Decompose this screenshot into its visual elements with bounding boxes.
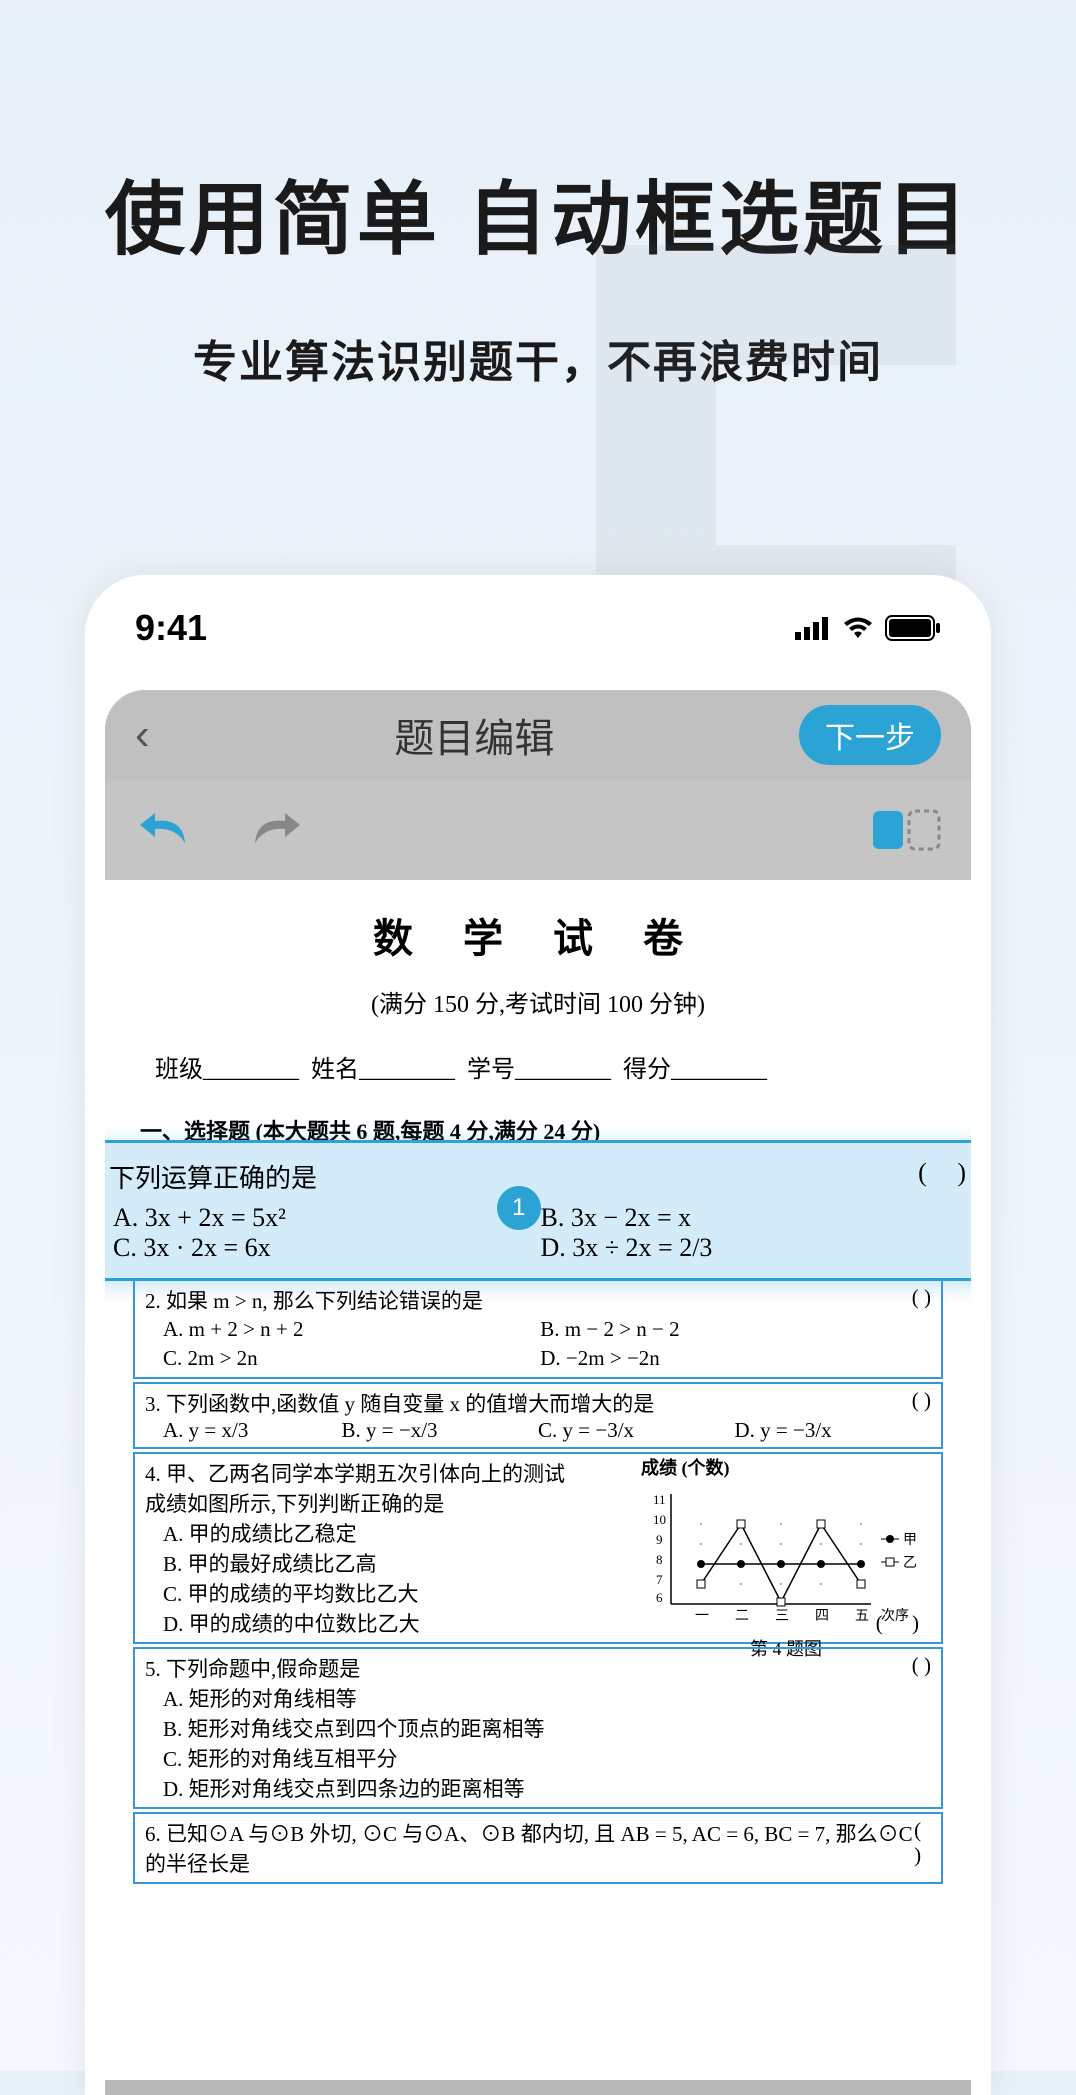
question-2-box[interactable]: 2. 如果 m > n, 那么下列结论错误的是 ( ) A. m + 2 > n … bbox=[133, 1279, 943, 1379]
q4-opt-c: C. 甲的成绩的平均数比乙大 bbox=[145, 1578, 577, 1608]
question-1-selection[interactable]: 1. 下列运算正确的是( ) A. 3x + 2x = 5x² B. 3x − … bbox=[105, 1140, 971, 1281]
q5-opt-b: B. 矩形对角线交点到四个顶点的距离相等 bbox=[145, 1713, 931, 1743]
app-screen: ‹ 题目编辑 下一步 数 学 试 卷 (满分 150 分,考试时间 100 分钟… bbox=[105, 690, 971, 2095]
app-header: ‹ 题目编辑 下一步 bbox=[105, 690, 971, 780]
q4-chart-svg: 11 10 9 8 7 6 bbox=[641, 1484, 921, 1624]
question-5-box[interactable]: 5. 下列命题中,假命题是 ( ) A. 矩形的对角线相等 B. 矩形对角线交点到… bbox=[133, 1647, 943, 1809]
next-step-button[interactable]: 下一步 bbox=[799, 705, 941, 765]
question-4-box[interactable]: 4. 甲、乙两名同学本学期五次引体向上的测试成绩如图所示,下列判断正确的是 A.… bbox=[133, 1452, 943, 1644]
q2-opt-b: B. m − 2 > n − 2 bbox=[522, 1315, 899, 1344]
svg-text:甲: 甲 bbox=[903, 1533, 917, 1548]
q6-paren: ( ) bbox=[914, 1818, 931, 1878]
q1-opt-b: B. 3x − 2x = x bbox=[511, 1203, 939, 1233]
q2-opt-a: A. m + 2 > n + 2 bbox=[145, 1315, 522, 1344]
q2-text: 2. 如果 m > n, 那么下列结论错误的是 bbox=[145, 1285, 483, 1315]
q5-paren: ( ) bbox=[912, 1653, 931, 1683]
question-3-box[interactable]: 3. 下列函数中,函数值 y 随自变量 x 的值增大而增大的是 ( ) A. y … bbox=[133, 1382, 943, 1449]
q4-opt-d: D. 甲的成绩的中位数比乙大 bbox=[145, 1608, 577, 1638]
battery-icon bbox=[885, 615, 941, 641]
signal-icon bbox=[795, 616, 831, 640]
screen-title: 题目编辑 bbox=[150, 706, 799, 764]
q3-opt-b: B. y = −x/3 bbox=[342, 1418, 539, 1443]
q4-chart-title: 成绩 (个数) bbox=[641, 1454, 931, 1480]
svg-text:三: 三 bbox=[775, 1609, 789, 1624]
q1-opt-d: D. 3x ÷ 2x = 2/3 bbox=[511, 1233, 939, 1263]
q1-paren: ( ) bbox=[918, 1158, 971, 1188]
wifi-icon bbox=[841, 616, 875, 640]
q1-opt-a: A. 3x + 2x = 5x² bbox=[105, 1203, 511, 1233]
paper-subtitle: (满分 150 分,考试时间 100 分钟) bbox=[125, 984, 951, 1019]
edit-toolbar bbox=[105, 780, 971, 880]
question-6-box[interactable]: 6. 已知⊙A 与⊙B 外切, ⊙C 与⊙A、⊙B 都内切, 且 AB = 5,… bbox=[133, 1812, 943, 1884]
q4-opt-b: B. 甲的最好成绩比乙高 bbox=[145, 1548, 577, 1578]
q5-text: 5. 下列命题中,假命题是 bbox=[145, 1653, 360, 1683]
q5-opt-d: D. 矩形对角线交点到四条边的距离相等 bbox=[145, 1773, 931, 1803]
q2-paren: ( ) bbox=[912, 1285, 931, 1315]
svg-text:五: 五 bbox=[855, 1609, 869, 1624]
q1-opt-c: C. 3x · 2x = 6x bbox=[105, 1233, 511, 1263]
q5-opt-c: C. 矩形的对角线互相平分 bbox=[145, 1743, 931, 1773]
svg-text:8: 8 bbox=[656, 1552, 663, 1567]
q5-opt-a: A. 矩形的对角线相等 bbox=[145, 1683, 931, 1713]
svg-text:9: 9 bbox=[656, 1532, 663, 1547]
status-bar: 9:41 bbox=[85, 575, 991, 670]
svg-text:一: 一 bbox=[695, 1609, 709, 1624]
paper-title: 数 学 试 卷 bbox=[125, 906, 951, 964]
q3-text: 3. 下列函数中,函数值 y 随自变量 x 的值增大而增大的是 bbox=[145, 1388, 654, 1418]
q4-opt-a: A. 甲的成绩比乙稳定 bbox=[145, 1518, 577, 1548]
q3-opt-a: A. y = x/3 bbox=[145, 1418, 342, 1443]
q4-text: 4. 甲、乙两名同学本学期五次引体向上的测试成绩如图所示,下列判断正确的是 bbox=[145, 1458, 577, 1518]
q2-opt-c: C. 2m > 2n bbox=[145, 1344, 522, 1373]
svg-text:二: 二 bbox=[735, 1609, 749, 1624]
q3-paren: ( ) bbox=[912, 1388, 931, 1418]
status-time: 9:41 bbox=[135, 607, 207, 649]
svg-text:四: 四 bbox=[815, 1609, 829, 1624]
q2-opt-d: D. −2m > −2n bbox=[522, 1344, 899, 1373]
q6-text: 6. 已知⊙A 与⊙B 外切, ⊙C 与⊙A、⊙B 都内切, 且 AB = 5,… bbox=[145, 1818, 914, 1878]
document-canvas[interactable]: 数 学 试 卷 (满分 150 分,考试时间 100 分钟) 班级_______… bbox=[105, 880, 971, 2080]
q4-paren: ( ) bbox=[876, 1611, 931, 1636]
svg-text:11: 11 bbox=[653, 1492, 666, 1507]
q3-opt-c: C. y = −3/x bbox=[538, 1418, 735, 1443]
phone-mockup-frame: 9:41 ‹ 题目编辑 下一步 数 学 试 卷 (满分 bbox=[85, 575, 991, 2095]
q3-opt-d: D. y = −3/x bbox=[735, 1418, 932, 1443]
redo-icon[interactable] bbox=[245, 803, 305, 858]
q1-text: 下列运算正确的是 bbox=[109, 1164, 317, 1193]
svg-text:7: 7 bbox=[656, 1572, 663, 1587]
svg-text:乙: 乙 bbox=[903, 1555, 917, 1571]
crop-split-icon[interactable] bbox=[871, 805, 941, 855]
status-icons bbox=[795, 615, 941, 641]
undo-icon[interactable] bbox=[135, 803, 195, 858]
back-icon[interactable]: ‹ bbox=[135, 710, 150, 760]
student-info-row: 班级________ 姓名________ 学号________ 得分_____… bbox=[125, 1049, 951, 1084]
selection-badge: 1 bbox=[497, 1186, 541, 1230]
svg-text:6: 6 bbox=[656, 1590, 663, 1605]
svg-text:10: 10 bbox=[653, 1512, 666, 1527]
